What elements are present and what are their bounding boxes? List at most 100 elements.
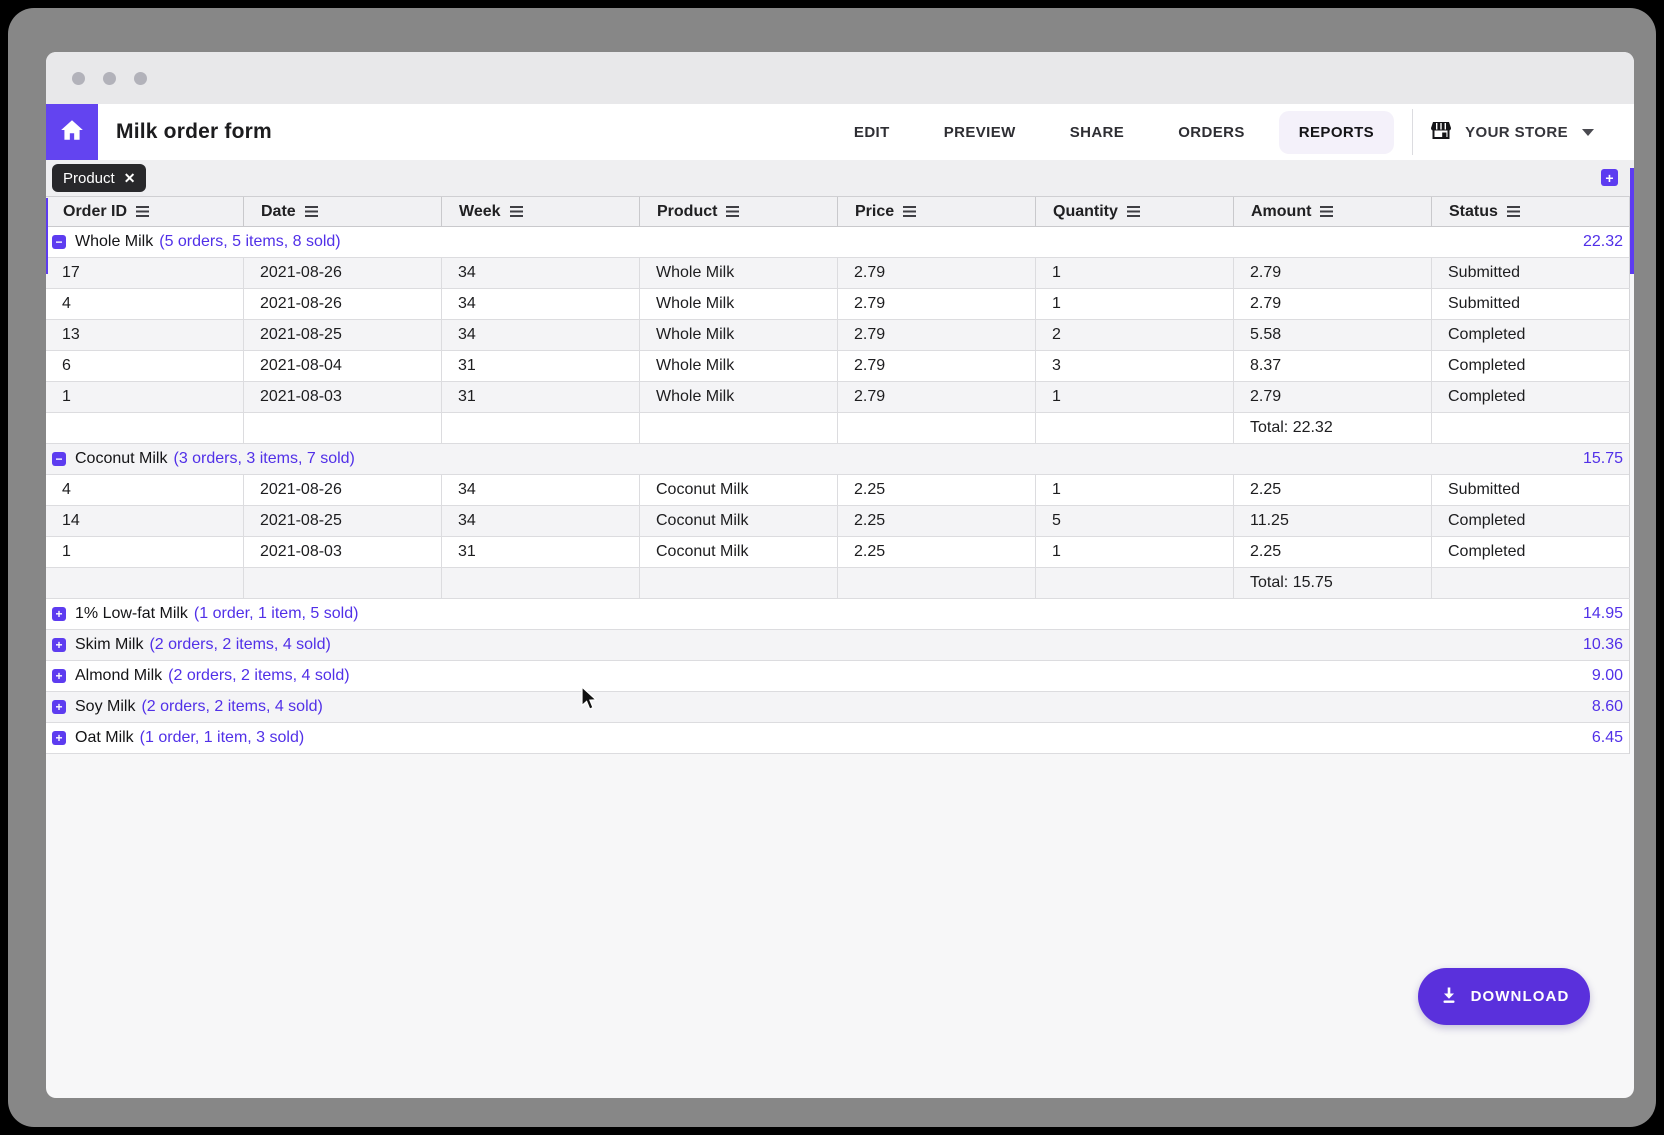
table-row: 132021-08-2534Whole Milk2.7925.58Complet…	[46, 320, 1629, 351]
column-menu-icon[interactable]	[1507, 206, 1520, 217]
expand-icon[interactable]: +	[52, 607, 66, 621]
window-titlebar	[46, 52, 1634, 104]
column-header-date[interactable]: Date	[244, 197, 442, 226]
expand-icon[interactable]: +	[52, 669, 66, 683]
table-cell: 2021-08-25	[244, 320, 442, 351]
group-row-almond-milk[interactable]: +Almond Milk(2 orders, 2 items, 4 sold)9…	[46, 661, 1629, 692]
table-cell: Coconut Milk	[640, 475, 838, 506]
filter-chip-product[interactable]: Product ✕	[52, 164, 146, 192]
nav-tab-edit[interactable]: EDIT	[834, 111, 910, 154]
add-filter-button[interactable]: +	[1601, 169, 1618, 186]
collapse-icon[interactable]: −	[52, 452, 66, 466]
group-summary: (2 orders, 2 items, 4 sold)	[141, 698, 322, 716]
table-cell: Submitted	[1432, 258, 1630, 289]
group-row-1-low-fat-milk[interactable]: +1% Low-fat Milk(1 order, 1 item, 5 sold…	[46, 599, 1629, 630]
column-header-amount[interactable]: Amount	[1234, 197, 1432, 226]
table-cell: 1	[46, 537, 244, 568]
nav-tab-orders[interactable]: ORDERS	[1158, 111, 1265, 154]
table-cell: 31	[442, 351, 640, 382]
table-cell: 8.37	[1234, 351, 1432, 382]
table-cell: 2021-08-03	[244, 382, 442, 413]
table-cell: 2.25	[1234, 475, 1432, 506]
group-row-skim-milk[interactable]: +Skim Milk(2 orders, 2 items, 4 sold)10.…	[46, 630, 1629, 661]
window-shadow-frame: Milk order form EDIT PREVIEW SHARE ORDERS RE…	[8, 8, 1656, 1127]
table-cell: 1	[46, 382, 244, 413]
table-cell: Submitted	[1432, 475, 1630, 506]
column-menu-icon[interactable]	[1127, 206, 1140, 217]
table-cell	[1036, 413, 1234, 444]
table-cell: 4	[46, 289, 244, 320]
group-summary: (5 orders, 5 items, 8 sold)	[159, 233, 340, 251]
left-scrollbar-thumb[interactable]	[46, 198, 48, 274]
table-cell: Whole Milk	[640, 382, 838, 413]
screenshot-stage: Milk order form EDIT PREVIEW SHARE ORDERS RE…	[0, 0, 1664, 1135]
filter-chip-label: Product	[63, 170, 115, 187]
table-cell: 11.25	[1234, 506, 1432, 537]
window-control-dot[interactable]	[134, 72, 147, 85]
column-menu-icon[interactable]	[726, 206, 739, 217]
store-menu-button[interactable]: YOUR STORE	[1429, 118, 1594, 147]
column-label: Order ID	[63, 203, 127, 221]
column-label: Status	[1449, 203, 1498, 221]
table-body: −Whole Milk(5 orders, 5 items, 8 sold)22…	[46, 227, 1629, 754]
column-header-week[interactable]: Week	[442, 197, 640, 226]
group-row-whole-milk[interactable]: −Whole Milk(5 orders, 5 items, 8 sold)22…	[46, 227, 1629, 258]
table-cell: Completed	[1432, 537, 1630, 568]
group-row-oat-milk[interactable]: +Oat Milk(1 order, 1 item, 3 sold)6.45	[46, 723, 1629, 754]
table-cell: 34	[442, 289, 640, 320]
column-menu-icon[interactable]	[903, 206, 916, 217]
report-table: Order ID DateWeek Product PriceQuantity Amou…	[46, 196, 1630, 754]
window-control-dot[interactable]	[103, 72, 116, 85]
vertical-scrollbar-thumb[interactable]	[1630, 168, 1634, 274]
collapse-icon[interactable]: −	[52, 235, 66, 249]
column-header-status[interactable]: Status	[1432, 197, 1630, 226]
home-icon	[59, 117, 85, 148]
column-label: Product	[657, 203, 717, 221]
table-row: 42021-08-2634Whole Milk2.7912.79Submitte…	[46, 289, 1629, 320]
nav-tab-preview[interactable]: PREVIEW	[924, 111, 1036, 154]
column-header-quantity[interactable]: Quantity	[1036, 197, 1234, 226]
download-button[interactable]: DOWNLOAD	[1418, 968, 1590, 1025]
expand-icon[interactable]: +	[52, 700, 66, 714]
table-cell: 1	[1036, 537, 1234, 568]
table-cell: 2.25	[838, 475, 1036, 506]
table-cell: 2	[1036, 320, 1234, 351]
table-cell	[838, 568, 1036, 599]
app-window: Milk order form EDIT PREVIEW SHARE ORDERS RE…	[46, 52, 1634, 1098]
nav-tab-share[interactable]: SHARE	[1050, 111, 1145, 154]
column-header-product[interactable]: Product	[640, 197, 838, 226]
table-cell	[442, 413, 640, 444]
page-title: Milk order form	[116, 120, 272, 144]
table-cell: 34	[442, 258, 640, 289]
table-cell	[442, 568, 640, 599]
column-header-price[interactable]: Price	[838, 197, 1036, 226]
column-menu-icon[interactable]	[136, 206, 149, 217]
group-total-amount: 15.75	[1583, 450, 1629, 468]
group-total-amount: 9.00	[1592, 667, 1629, 685]
expand-icon[interactable]: +	[52, 731, 66, 745]
column-menu-icon[interactable]	[305, 206, 318, 217]
group-summary: (3 orders, 3 items, 7 sold)	[173, 450, 354, 468]
column-label: Amount	[1251, 203, 1311, 221]
nav-tab-reports[interactable]: REPORTS	[1279, 111, 1394, 154]
table-cell: 2.79	[838, 351, 1036, 382]
app-header: Milk order form EDIT PREVIEW SHARE ORDERS RE…	[46, 104, 1634, 160]
group-row-soy-milk[interactable]: +Soy Milk(2 orders, 2 items, 4 sold)8.60	[46, 692, 1629, 723]
window-control-dot[interactable]	[72, 72, 85, 85]
column-header-order-id[interactable]: Order ID	[46, 197, 244, 226]
table-cell	[1036, 568, 1234, 599]
table-cell: 14	[46, 506, 244, 537]
table-cell: 2021-08-04	[244, 351, 442, 382]
home-button[interactable]	[46, 104, 98, 160]
group-name: Coconut Milk	[75, 450, 167, 468]
group-row-coconut-milk[interactable]: −Coconut Milk (3 orders, 3 items, 7 sold)…	[46, 444, 1629, 475]
table-row: 172021-08-2634Whole Milk2.7912.79Submitt…	[46, 258, 1629, 289]
table-cell: 34	[442, 475, 640, 506]
table-cell: 13	[46, 320, 244, 351]
close-icon[interactable]: ✕	[124, 171, 136, 185]
table-cell: 2.25	[838, 537, 1036, 568]
expand-icon[interactable]: +	[52, 638, 66, 652]
column-menu-icon[interactable]	[510, 206, 523, 217]
column-menu-icon[interactable]	[1320, 206, 1333, 217]
table-cell: 31	[442, 537, 640, 568]
